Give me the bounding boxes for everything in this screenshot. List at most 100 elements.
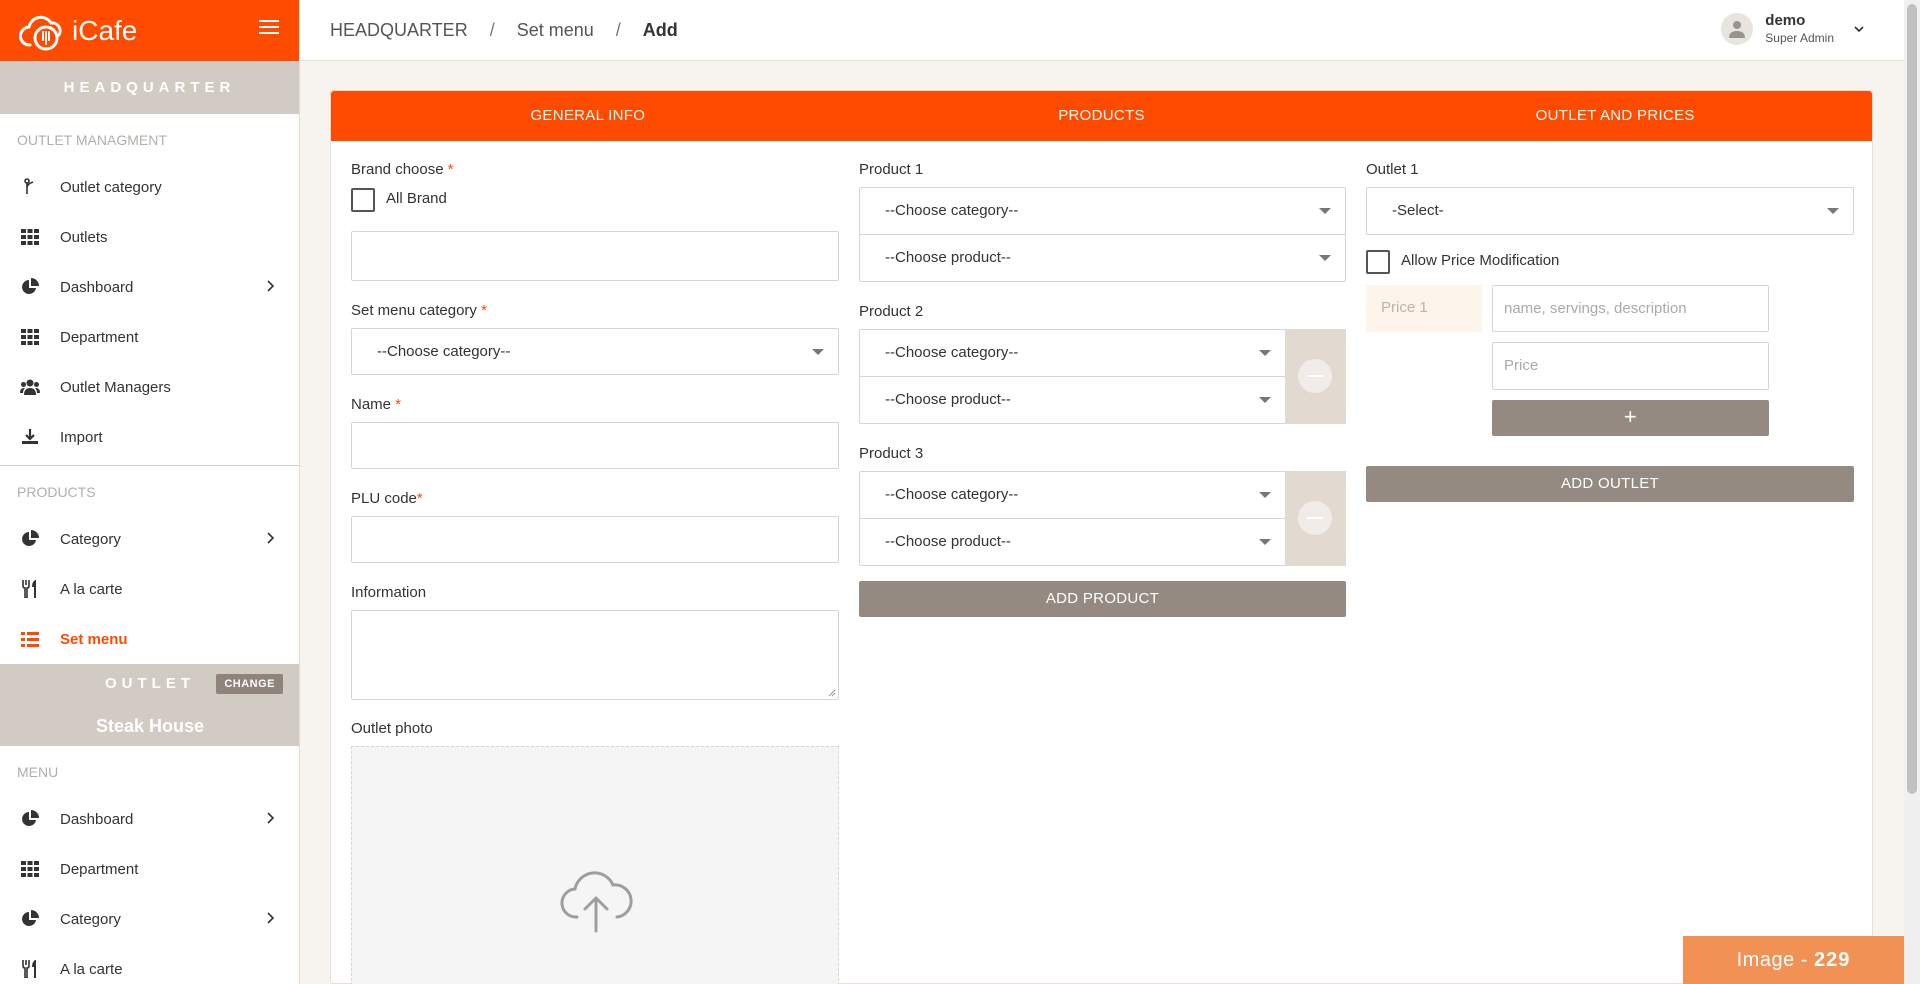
sidebar-item-menu-a-la-carte[interactable]: A la carte — [0, 944, 299, 984]
product-1-product-select[interactable]: --Choose product-- — [859, 234, 1346, 282]
plu-code-input[interactable] — [351, 516, 839, 563]
outlet-management-group-label: OUTLET MANAGMENT — [17, 132, 167, 148]
product-3-category-select[interactable]: --Choose category-- — [859, 471, 1286, 519]
caret-down-icon — [1827, 208, 1839, 214]
pie-chart-icon — [20, 809, 40, 829]
page-scrollbar[interactable] — [1904, 0, 1920, 984]
plu-code-text: PLU code — [351, 490, 417, 507]
image-badge-number: 229 — [1813, 949, 1851, 971]
allow-price-modification-label: Allow Price Modification — [1401, 252, 1560, 269]
sidebar-item-dashboard[interactable]: Dashboard — [0, 262, 299, 312]
breadcrumb: HEADQUARTER / Set menu / Add — [330, 20, 678, 41]
all-brand-label: All Brand — [386, 190, 447, 207]
product-3-category-value: --Choose category-- — [885, 486, 1019, 503]
outlet-1-select[interactable]: -Select- — [1366, 187, 1854, 235]
product-1-category-select[interactable]: --Choose category-- — [859, 187, 1346, 235]
headquarter-band: HEADQUARTER — [0, 61, 299, 114]
set-menu-category-select[interactable]: --Choose category-- — [351, 328, 839, 375]
brand-input[interactable] — [351, 231, 839, 281]
products-group-label: PRODUCTS — [17, 484, 96, 500]
required-mark: * — [481, 302, 487, 319]
cutlery-icon — [20, 579, 40, 599]
product-2-category-value: --Choose category-- — [885, 344, 1019, 361]
tab-general-info[interactable]: GENERAL INFO — [331, 91, 845, 141]
set-menu-category-value: --Choose category-- — [377, 343, 511, 360]
name-text: Name — [351, 396, 392, 413]
add-outlet-button[interactable]: ADD OUTLET — [1366, 466, 1854, 502]
sidebar-item-set-menu[interactable]: Set menu — [0, 614, 299, 664]
product-2-category-select[interactable]: --Choose category-- — [859, 329, 1286, 377]
chevron-right-icon — [267, 812, 275, 824]
form-tabs: GENERAL INFO PRODUCTS OUTLET AND PRICES — [331, 91, 1872, 141]
name-input[interactable] — [351, 422, 839, 469]
change-outlet-button[interactable]: CHANGE — [216, 674, 283, 694]
brand-header: iCafe — [0, 0, 299, 61]
sidebar-item-import[interactable]: Import — [0, 412, 299, 462]
sidebar-item-department[interactable]: Department — [0, 312, 299, 362]
hamburger-menu-icon[interactable] — [259, 20, 279, 36]
avatar — [1721, 12, 1754, 45]
tab-outlet-and-prices[interactable]: OUTLET AND PRICES — [1358, 91, 1872, 141]
breadcrumb-separator: / — [615, 19, 621, 40]
tab-products[interactable]: PRODUCTS — [845, 91, 1359, 141]
sidebar-item-outlet-category[interactable]: Outlet category — [0, 162, 299, 212]
breadcrumb-separator: / — [489, 19, 495, 40]
product-3-product-select[interactable]: --Choose product-- — [859, 518, 1286, 566]
product-3-remove-button[interactable] — [1298, 501, 1332, 535]
set-menu-category-text: Set menu category — [351, 302, 477, 319]
breadcrumb-set-menu[interactable]: Set menu — [517, 20, 594, 41]
product-1-label: Product 1 — [859, 161, 924, 178]
price-value-placeholder: Price — [1504, 357, 1539, 374]
information-textarea[interactable] — [351, 610, 839, 700]
price-name-placeholder: name, servings, description — [1504, 300, 1687, 317]
add-price-button[interactable]: + — [1492, 400, 1769, 436]
sidebar-item-label: A la carte — [60, 960, 123, 978]
product-2-product-select[interactable]: --Choose product-- — [859, 376, 1286, 424]
allow-price-modification-checkbox[interactable] — [1366, 250, 1390, 274]
sidebar-item-label: A la carte — [60, 580, 123, 598]
scrollbar-thumb[interactable] — [1907, 4, 1917, 794]
grid-icon — [20, 227, 40, 247]
product-2-label: Product 2 — [859, 303, 924, 320]
user-menu[interactable]: demo Super Admin — [1721, 12, 1864, 45]
branch-icon — [20, 177, 40, 197]
sidebar-item-label: Dashboard — [60, 810, 134, 828]
topbar: HEADQUARTER / Set menu / Add demo Super … — [300, 0, 1904, 61]
sidebar-item-category[interactable]: Category — [0, 514, 299, 564]
sidebar-item-menu-dashboard[interactable]: Dashboard — [0, 794, 299, 844]
sidebar-item-label: Outlet Managers — [60, 378, 171, 396]
product-1-category-value: --Choose category-- — [885, 202, 1019, 219]
brand-choose-text: Brand choose — [351, 161, 444, 178]
cutlery-icon — [20, 959, 40, 979]
sidebar-item-label: Dashboard — [60, 278, 134, 296]
photo-upload-dropzone[interactable] — [351, 746, 839, 984]
add-product-button[interactable]: ADD PRODUCT — [859, 581, 1346, 617]
all-brand-checkbox[interactable] — [351, 188, 375, 212]
sidebar-item-outlet-managers[interactable]: Outlet Managers — [0, 362, 299, 412]
set-menu-category-label: Set menu category * — [351, 302, 487, 319]
chevron-down-icon — [1854, 25, 1864, 32]
resize-handle-icon[interactable] — [828, 689, 836, 697]
product-2-remove-button[interactable] — [1298, 359, 1332, 393]
download-icon — [20, 427, 40, 447]
app-name: iCafe — [72, 14, 138, 46]
caret-down-icon — [1259, 492, 1271, 498]
caret-down-icon — [1319, 208, 1331, 214]
user-info: demo Super Admin — [1765, 12, 1834, 45]
breadcrumb-headquarter[interactable]: HEADQUARTER — [330, 20, 468, 41]
sidebar-item-menu-department[interactable]: Department — [0, 844, 299, 894]
caret-down-icon — [812, 349, 824, 355]
sidebar-item-menu-category[interactable]: Category — [0, 894, 299, 944]
sidebar-item-label: Import — [60, 428, 103, 446]
sidebar-item-label: Set menu — [60, 630, 128, 648]
brand-choose-label: Brand choose * — [351, 161, 454, 178]
sidebar-item-outlets[interactable]: Outlets — [0, 212, 299, 262]
price-value-input[interactable]: Price — [1492, 342, 1769, 390]
sidebar-item-label: Category — [60, 910, 121, 928]
cloud-cutlery-logo-icon — [19, 15, 62, 50]
sidebar-item-label: Outlet category — [60, 178, 162, 196]
price-name-input[interactable]: name, servings, description — [1492, 285, 1769, 332]
user-name: demo — [1765, 12, 1806, 29]
sidebar-item-a-la-carte[interactable]: A la carte — [0, 564, 299, 614]
caret-down-icon — [1259, 539, 1271, 545]
